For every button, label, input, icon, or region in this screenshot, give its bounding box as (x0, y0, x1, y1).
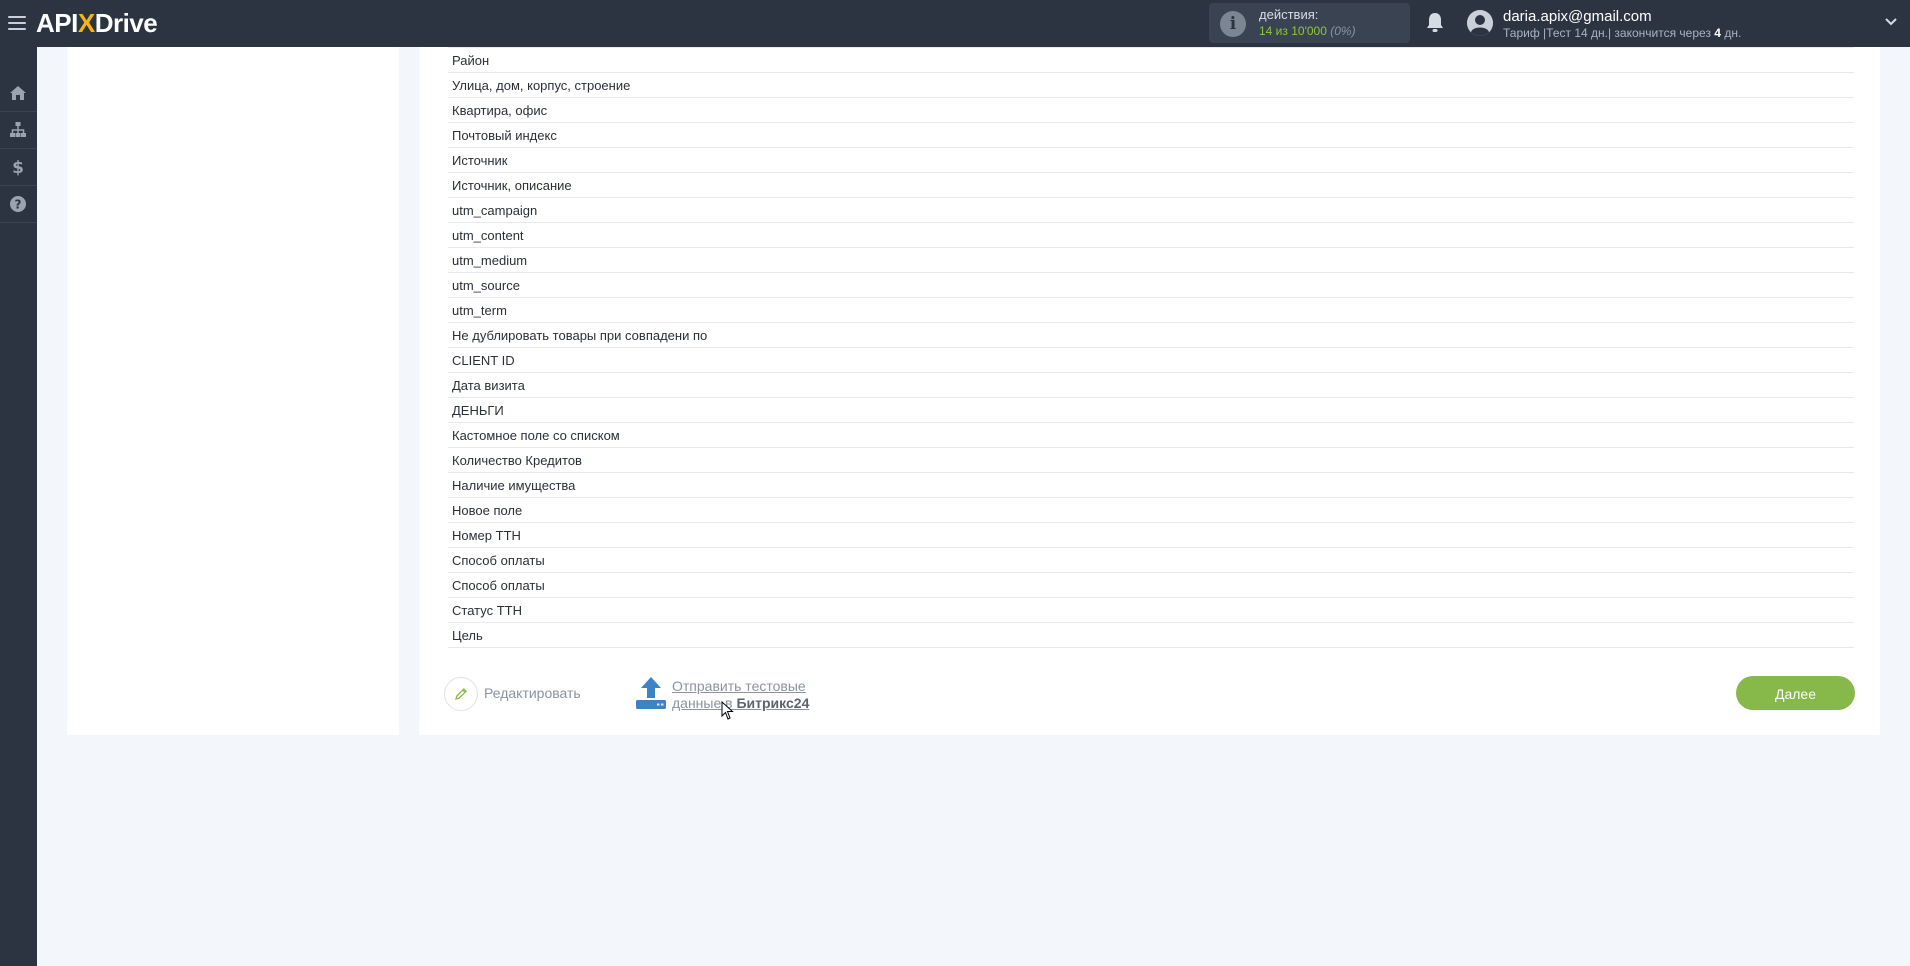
user-email[interactable]: daria.apix@gmail.com (1503, 8, 1652, 25)
sidebar-item-home[interactable] (0, 75, 37, 112)
list-item: Квартира, офис (448, 98, 1854, 123)
info-icon: i (1220, 11, 1246, 37)
home-icon (10, 86, 26, 100)
list-item: Статус ТТН (448, 598, 1854, 623)
list-item: Кастомное поле со списком (448, 423, 1854, 448)
sidebar-item-connections[interactable] (0, 112, 37, 149)
user-avatar-icon[interactable] (1467, 10, 1493, 36)
list-item: utm_medium (448, 248, 1854, 273)
list-item: CLIENT ID (448, 348, 1854, 373)
actions-used: 14 из 10'000 (1259, 24, 1327, 38)
upload-icon (636, 677, 666, 709)
list-item: utm_source (448, 273, 1854, 298)
actions-percent: (0%) (1330, 24, 1356, 38)
edit-circle (444, 677, 478, 711)
sitemap-icon (10, 122, 26, 137)
list-item: utm_campaign (448, 198, 1854, 223)
main-panel: Район Улица, дом, корпус, строение Кварт… (419, 47, 1880, 735)
list-item: utm_term (448, 298, 1854, 323)
list-item: Новое поле (448, 498, 1854, 523)
chevron-down-icon[interactable] (1885, 16, 1897, 28)
fields-list: Район Улица, дом, корпус, строение Кварт… (448, 41, 1854, 648)
tariff-days: 4 (1714, 26, 1721, 40)
sidebar: $ ? (0, 47, 37, 966)
send-test-data-button[interactable]: Отправить тестовые данные в Битрикс24 (635, 676, 835, 716)
actions-count: 14 из 10'000 (0%) (1259, 24, 1356, 38)
svg-text:$: $ (12, 158, 24, 176)
list-item: Не дублировать товары при совпадени по (448, 323, 1854, 348)
list-item: Почтовый индекс (448, 123, 1854, 148)
list-item (448, 41, 1854, 48)
top-bar: APIXDrive i действия: 14 из 10'000 (0%) … (0, 0, 1910, 47)
edit-button-label: Редактировать (484, 685, 581, 701)
logo[interactable]: APIXDrive (36, 8, 158, 39)
sidebar-item-help[interactable]: ? (0, 186, 37, 223)
send-line1: Отправить тестовые (672, 678, 806, 694)
send-target: Битрикс24 (736, 695, 810, 711)
left-panel (67, 47, 399, 735)
tariff-suffix: дн. (1724, 26, 1742, 40)
help-icon: ? (10, 196, 26, 212)
sidebar-item-billing[interactable]: $ (0, 149, 37, 186)
send-test-data-label: Отправить тестовые данные в Битрикс24 (672, 678, 809, 712)
logo-x: X (77, 8, 95, 38)
user-tariff: Тариф |Тест 14 дн.| закончится через 4 д… (1503, 26, 1741, 40)
list-item: Источник, описание (448, 173, 1854, 198)
list-item: Источник (448, 148, 1854, 173)
mouse-cursor-icon (721, 701, 734, 720)
list-item: Способ оплаты (448, 573, 1854, 598)
list-item: Количество Кредитов (448, 448, 1854, 473)
svg-text:?: ? (15, 198, 22, 212)
actions-counter[interactable]: i действия: 14 из 10'000 (0%) (1209, 3, 1410, 43)
burger-menu-icon[interactable] (8, 12, 26, 34)
next-button[interactable]: Далее (1736, 676, 1855, 710)
logo-suffix: Drive (94, 8, 158, 38)
list-item: utm_content (448, 223, 1854, 248)
list-item: Способ оплаты (448, 548, 1854, 573)
list-item: Номер ТТН (448, 523, 1854, 548)
list-item: Дата визита (448, 373, 1854, 398)
list-item: Цель (448, 623, 1854, 648)
bell-icon[interactable] (1425, 12, 1445, 34)
pencil-icon (455, 688, 467, 700)
list-item: Район (448, 48, 1854, 73)
dollar-icon: $ (12, 158, 24, 176)
actions-label: действия: (1259, 7, 1319, 22)
list-item: Наличие имущества (448, 473, 1854, 498)
tariff-prefix: Тариф |Тест 14 дн.| закончится через (1503, 26, 1711, 40)
list-item: ДЕНЬГИ (448, 398, 1854, 423)
list-item: Улица, дом, корпус, строение (448, 73, 1854, 98)
logo-prefix: API (36, 8, 78, 38)
